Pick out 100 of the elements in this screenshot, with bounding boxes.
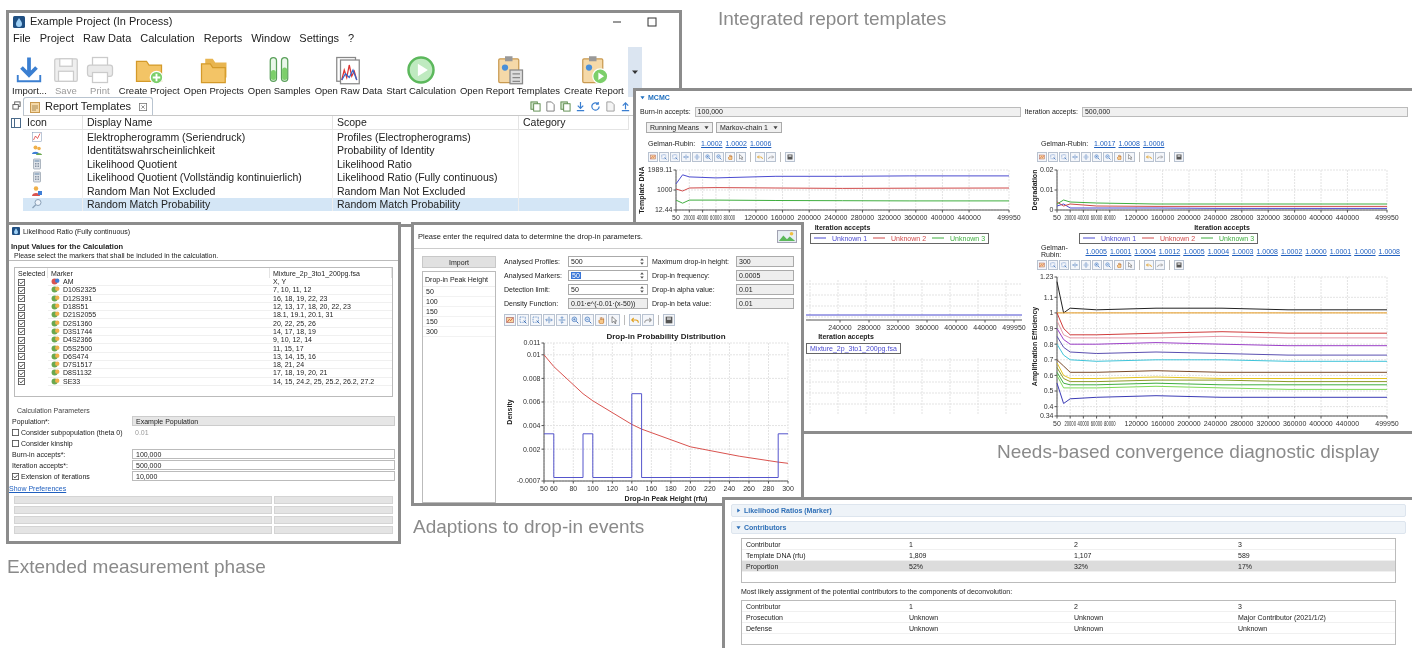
zoom-in-icon[interactable]: [703, 152, 713, 162]
checkbox[interactable]: [18, 361, 25, 369]
save-image-icon[interactable]: [663, 314, 675, 326]
chart-icon[interactable]: [648, 152, 658, 162]
table-cell[interactable]: Likelihood Quotient (Vollständig kontinuierlich): [83, 170, 333, 184]
zoom-box-icon[interactable]: [659, 152, 669, 162]
hand-icon[interactable]: [1114, 152, 1124, 162]
redo-icon[interactable]: [1155, 260, 1165, 270]
table-cell[interactable]: Random Man Not Excluded: [83, 184, 333, 198]
close-icon[interactable]: [139, 102, 147, 111]
zoom-box-icon[interactable]: [517, 314, 529, 326]
undo-icon[interactable]: [1144, 152, 1154, 162]
pointer-icon[interactable]: [736, 152, 746, 162]
checkbox[interactable]: [18, 369, 25, 377]
checkbox[interactable]: [12, 472, 19, 480]
new-document-icon[interactable]: [545, 100, 556, 112]
table-cell[interactable]: Random Man Not Excluded: [333, 184, 519, 198]
upload-icon[interactable]: [620, 100, 631, 112]
hand-icon[interactable]: [1114, 260, 1124, 270]
table-cell[interactable]: Random Match Probability: [333, 197, 519, 211]
vertical-split-icon[interactable]: [1070, 260, 1080, 270]
checkbox[interactable]: [18, 345, 25, 352]
menu-item[interactable]: Reports: [203, 30, 243, 47]
zoom-box-icon[interactable]: [1048, 152, 1058, 162]
zoom-out-icon[interactable]: [1103, 260, 1113, 270]
table-row[interactable]: Random Match Probability Random Match Probability: [23, 197, 629, 211]
chart-icon[interactable]: [1037, 260, 1047, 270]
checkbox[interactable]: [18, 278, 25, 286]
table-cell[interactable]: Likelihood Ratio (Fully continuous): [333, 170, 519, 184]
checkbox[interactable]: [12, 439, 19, 447]
table-cell[interactable]: Likelihood Ratio: [333, 157, 519, 171]
checkbox[interactable]: [18, 295, 25, 303]
vertical-split-icon[interactable]: [1070, 152, 1080, 162]
restore-icon[interactable]: [11, 101, 21, 110]
refresh-icon[interactable]: [590, 100, 601, 112]
checkbox[interactable]: [18, 303, 25, 311]
toolbar-button[interactable]: Create Project: [118, 54, 180, 95]
horizontal-split-icon[interactable]: [556, 314, 568, 326]
undo-icon[interactable]: [1144, 260, 1154, 270]
zoom-out-icon[interactable]: [1103, 152, 1113, 162]
vertical-split-icon[interactable]: [681, 152, 691, 162]
zoom-in-icon[interactable]: [1092, 260, 1102, 270]
toolbar-button[interactable]: Open Raw Data: [314, 54, 383, 95]
save-image-icon[interactable]: [1174, 260, 1184, 270]
redo-icon[interactable]: [642, 314, 654, 326]
checkbox[interactable]: [18, 378, 25, 386]
zoom-box-icon[interactable]: [1059, 260, 1069, 270]
maximize-icon[interactable]: [647, 16, 657, 27]
hand-icon[interactable]: [595, 314, 607, 326]
hand-icon[interactable]: [725, 152, 735, 162]
copy-icon[interactable]: [530, 100, 541, 112]
pointer-icon[interactable]: [1125, 152, 1135, 162]
redo-icon[interactable]: [1155, 152, 1165, 162]
menu-item[interactable]: File: [13, 30, 31, 47]
toolbar-button[interactable]: Import...: [12, 54, 47, 95]
document-icon[interactable]: [605, 100, 616, 112]
checkbox[interactable]: [12, 428, 19, 436]
undo-icon[interactable]: [629, 314, 641, 326]
toolbar-button[interactable]: Create Report: [564, 54, 624, 95]
zoom-box-icon[interactable]: [530, 314, 542, 326]
checkbox[interactable]: [18, 353, 25, 361]
save-image-icon[interactable]: [785, 152, 795, 162]
checkbox[interactable]: [18, 336, 25, 344]
menu-item[interactable]: Project: [39, 30, 74, 47]
chart-icon[interactable]: [1037, 152, 1047, 162]
table-cell[interactable]: Elektropherogramm (Seriendruck): [83, 130, 333, 144]
toolbar-button[interactable]: Open Report Templates: [459, 54, 561, 95]
undo-icon[interactable]: [755, 152, 765, 162]
toolbar-button[interactable]: Open Projects: [183, 54, 244, 95]
vertical-split-icon[interactable]: [543, 314, 555, 326]
menu-item[interactable]: ?: [348, 30, 355, 47]
tab[interactable]: Report Templates: [23, 97, 153, 115]
toolbar-button[interactable]: Start Calculation: [386, 54, 456, 95]
table-cell[interactable]: Likelihood Quotient: [83, 157, 333, 171]
table-cell[interactable]: Probability of Identity: [333, 143, 519, 157]
chart-icon[interactable]: [504, 314, 516, 326]
checkbox[interactable]: [18, 311, 25, 319]
copy-icon[interactable]: [560, 100, 571, 112]
pointer-icon[interactable]: [608, 314, 620, 326]
checkbox[interactable]: [18, 320, 25, 328]
menu-item[interactable]: Window: [251, 30, 291, 47]
zoom-box-icon[interactable]: [1059, 152, 1069, 162]
checkbox[interactable]: [18, 328, 25, 336]
zoom-box-icon[interactable]: [1048, 260, 1058, 270]
pointer-icon[interactable]: [1125, 260, 1135, 270]
table-cell[interactable]: Profiles (Electropherograms): [333, 130, 519, 144]
menu-item[interactable]: Settings: [299, 30, 340, 47]
table-cell[interactable]: Random Match Probability: [83, 197, 333, 211]
menu-item[interactable]: Calculation: [140, 30, 195, 47]
toolbar-button[interactable]: Open Samples: [247, 54, 311, 95]
menu-item[interactable]: Raw Data: [83, 30, 132, 47]
save-image-icon[interactable]: [1174, 152, 1184, 162]
horizontal-split-icon[interactable]: [1081, 260, 1091, 270]
download-icon[interactable]: [575, 100, 586, 112]
checkbox[interactable]: [18, 286, 25, 294]
zoom-out-icon[interactable]: [582, 314, 594, 326]
overflow-button[interactable]: [627, 47, 642, 97]
zoom-in-icon[interactable]: [569, 314, 581, 326]
panel-icon[interactable]: [11, 118, 21, 128]
zoom-box-icon[interactable]: [670, 152, 680, 162]
